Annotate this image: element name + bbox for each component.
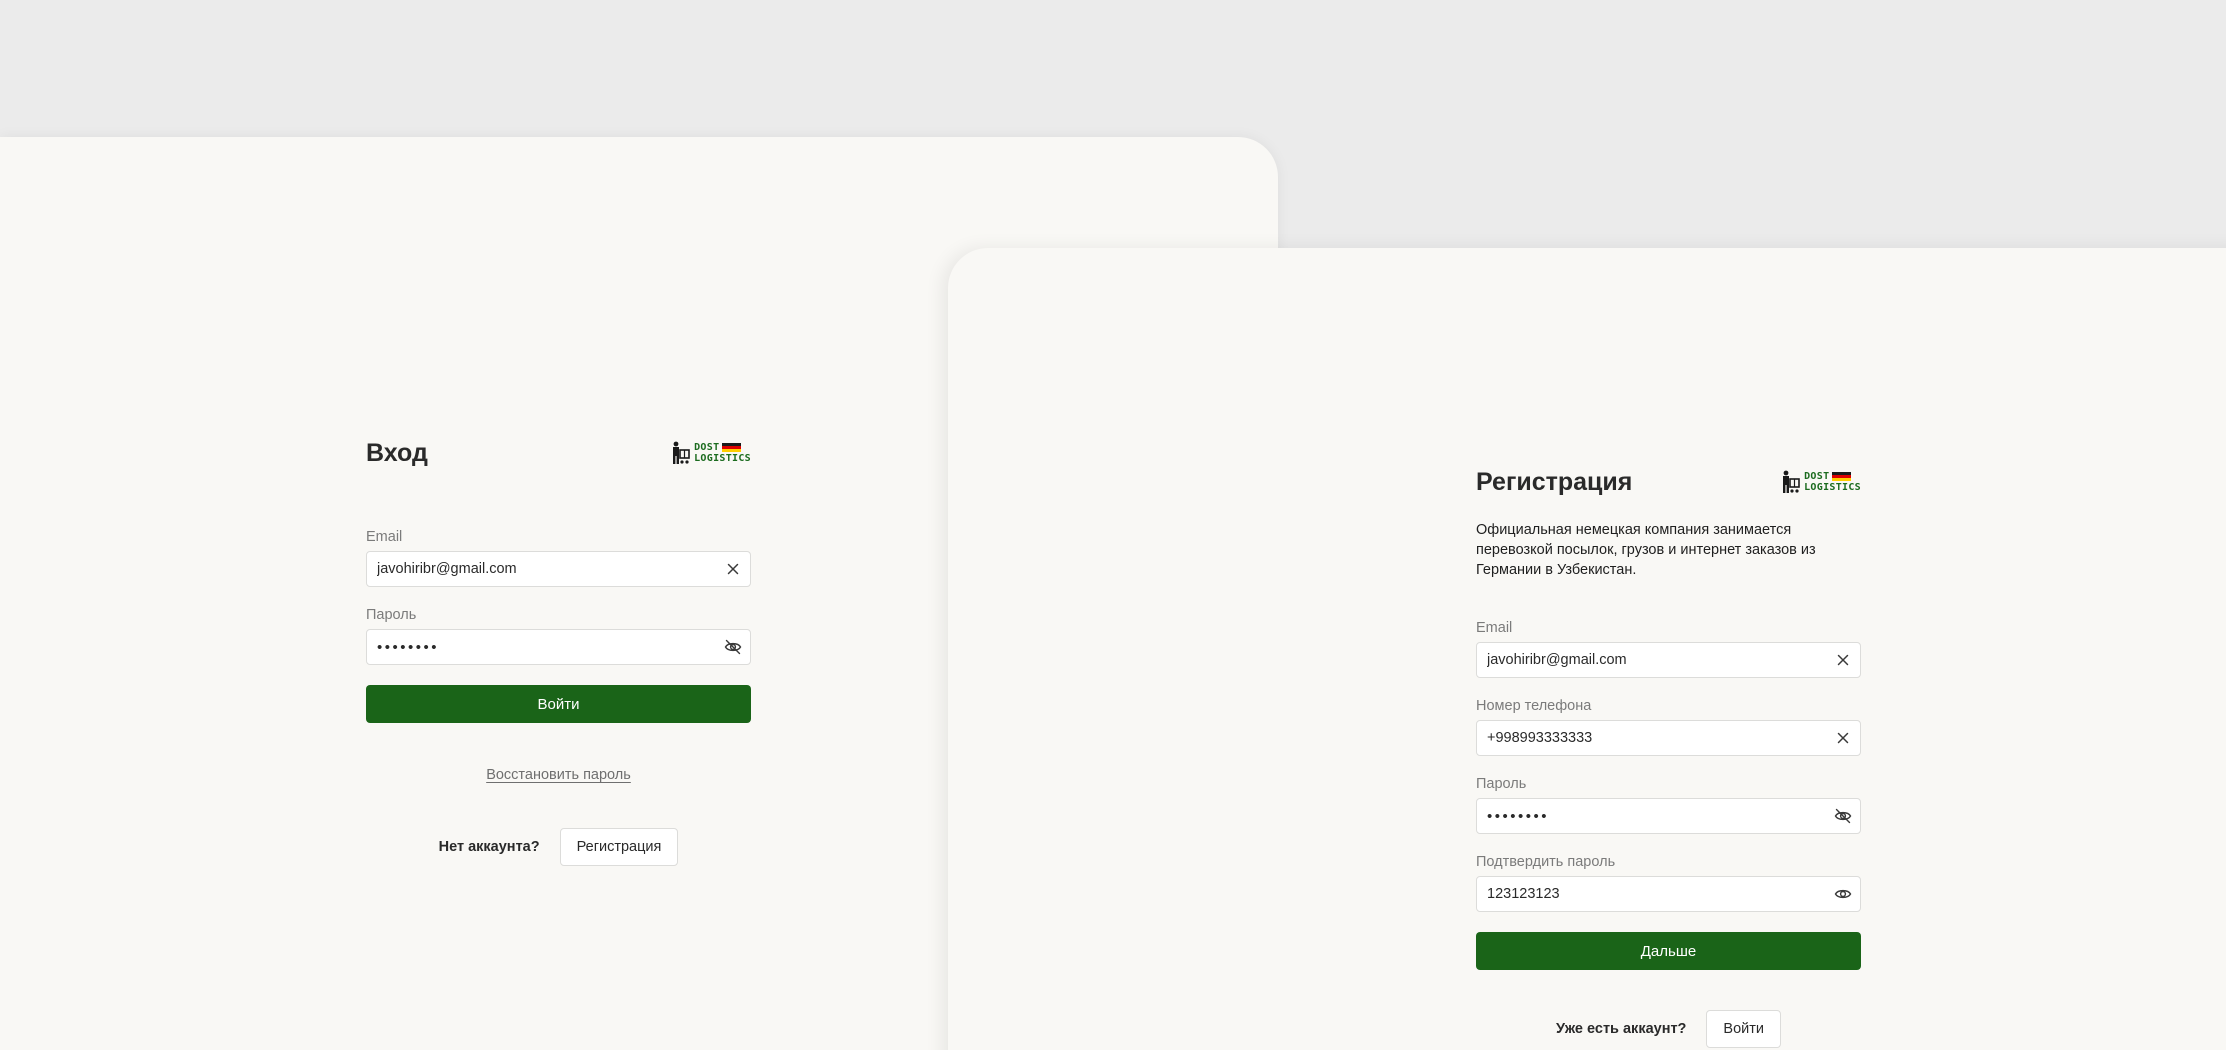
email-input-box <box>366 551 751 587</box>
forgot-password-link[interactable]: Восстановить пароль <box>486 767 631 783</box>
password-label: Пароль <box>366 607 417 623</box>
logo-line2: LOGISTICS <box>1804 482 1861 493</box>
register-confirm-password-field: Подтвердить пароль <box>1476 854 1861 912</box>
email-input-box <box>1476 642 1861 678</box>
password-input-box <box>366 629 751 665</box>
login-form: Вход DOST LOGISTICS Email javohiribr@gma… <box>366 433 751 866</box>
eye-icon[interactable] <box>1834 885 1852 903</box>
register-title: Регистрация <box>1476 467 1633 496</box>
register-email-field: Email <box>1476 620 1861 678</box>
register-password-field: Пароль <box>1476 776 1861 834</box>
eye-off-icon[interactable] <box>1834 807 1852 825</box>
login-title: Вход <box>366 438 428 467</box>
register-header: Регистрация DOST LOGISTICS <box>1476 462 1861 502</box>
germany-flag-icon <box>1832 471 1852 482</box>
password-input[interactable] <box>1477 799 1860 833</box>
have-account-text: Уже есть аккаунт? <box>1556 1021 1687 1037</box>
close-icon[interactable] <box>1834 651 1852 669</box>
delivery-person-icon <box>1783 470 1800 493</box>
germany-flag-icon <box>722 442 742 453</box>
email-label: Email <box>1476 620 1513 636</box>
phone-input[interactable] <box>1477 721 1860 755</box>
password-input[interactable] <box>367 630 750 664</box>
login-header: Вход DOST LOGISTICS <box>366 433 751 473</box>
delivery-person-icon <box>673 441 690 464</box>
email-input[interactable] <box>1477 643 1860 677</box>
no-account-row: Нет аккаунта? Регистрация <box>366 828 751 866</box>
logo-text: DOST LOGISTICS <box>694 442 751 464</box>
register-panel: Регистрация DOST LOGISTICS Официальная н… <box>948 248 2226 1050</box>
email-input[interactable] <box>367 552 750 586</box>
close-icon[interactable] <box>1834 729 1852 747</box>
register-button[interactable]: Регистрация <box>559 828 679 866</box>
confirm-password-input[interactable] <box>1477 877 1860 911</box>
eye-off-icon[interactable] <box>724 638 742 656</box>
login-password-field: Пароль <box>366 607 751 665</box>
register-description: Официальная немецкая компания занимается… <box>1476 522 1816 578</box>
dost-logistics-logo: DOST LOGISTICS <box>670 438 751 468</box>
phone-input-box <box>1476 720 1861 756</box>
have-account-row: Уже есть аккаунт? Войти <box>1476 1010 1861 1048</box>
no-account-text: Нет аккаунта? <box>438 839 540 855</box>
dost-logistics-logo: DOST LOGISTICS <box>1780 467 1861 497</box>
confirm-password-input-box <box>1476 876 1861 912</box>
register-phone-field: Номер телефона <box>1476 698 1861 756</box>
canvas: Вход DOST LOGISTICS Email javohiribr@gma… <box>0 0 2226 1050</box>
logo-text: DOST LOGISTICS <box>1804 471 1861 493</box>
logo-line1: DOST <box>694 442 720 453</box>
forgot-password-row: Восстановить пароль <box>366 766 751 784</box>
email-label: Email <box>366 529 403 545</box>
register-form: Регистрация DOST LOGISTICS Официальная н… <box>1476 462 1861 1048</box>
login-email-field: Email <box>366 529 751 587</box>
register-next-button[interactable]: Дальше <box>1476 932 1861 970</box>
login-button[interactable]: Войти <box>1706 1010 1781 1048</box>
logo-line1: DOST <box>1804 471 1830 482</box>
logo-line2: LOGISTICS <box>694 453 751 464</box>
login-submit-button[interactable]: Войти <box>366 685 751 723</box>
password-input-box <box>1476 798 1861 834</box>
confirm-password-label: Подтвердить пароль <box>1476 854 1616 870</box>
password-label: Пароль <box>1476 776 1527 792</box>
phone-label: Номер телефона <box>1476 698 1592 714</box>
close-icon[interactable] <box>724 560 742 578</box>
